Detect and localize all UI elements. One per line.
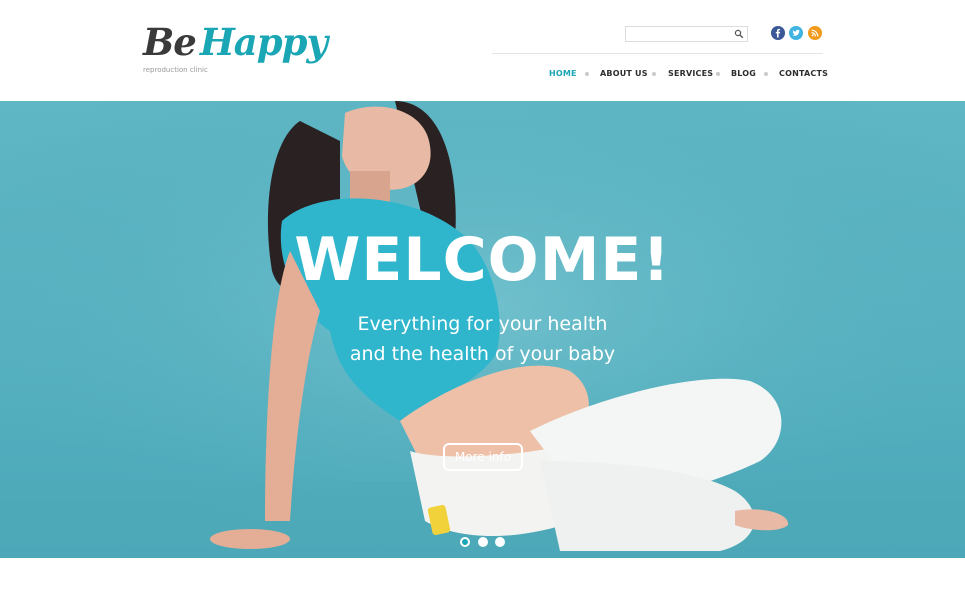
nav-separator [652,72,656,76]
more-info-button[interactable]: More info [443,443,523,471]
nav-blog[interactable]: BLOG [731,69,756,78]
facebook-icon[interactable] [771,26,785,40]
rss-icon[interactable] [808,26,822,40]
nav-services[interactable]: SERVICES [668,69,713,78]
logo[interactable]: Be Happy [143,24,328,61]
site-header: Be Happy reproduction clinic HOME ABOUT U… [0,0,965,101]
slider-dot-1[interactable] [460,537,470,547]
hero-subtitle-line-2: and the health of your baby [349,343,616,365]
slider-dot-3[interactable] [495,537,505,547]
nav-separator [585,72,589,76]
slider-dot-2[interactable] [478,537,488,547]
twitter-icon[interactable] [789,26,803,40]
nav-about-us[interactable]: ABOUT US [600,69,648,78]
nav-home[interactable]: HOME [549,69,577,78]
logo-word-be: Be [143,20,197,64]
hero-subtitle-line-1: Everything for your health [357,313,608,335]
search-icon[interactable] [734,29,744,39]
nav-separator [716,72,720,76]
nav-contacts[interactable]: CONTACTS [779,69,828,78]
hero-slider: WELCOME! Everything for your health and … [0,101,965,558]
logo-tagline: reproduction clinic [143,66,208,74]
nav-separator [764,72,768,76]
search-input[interactable] [625,26,748,42]
hero-title: WELCOME! [294,225,671,295]
logo-word-happy: Happy [199,20,328,64]
nav-divider [492,53,823,54]
